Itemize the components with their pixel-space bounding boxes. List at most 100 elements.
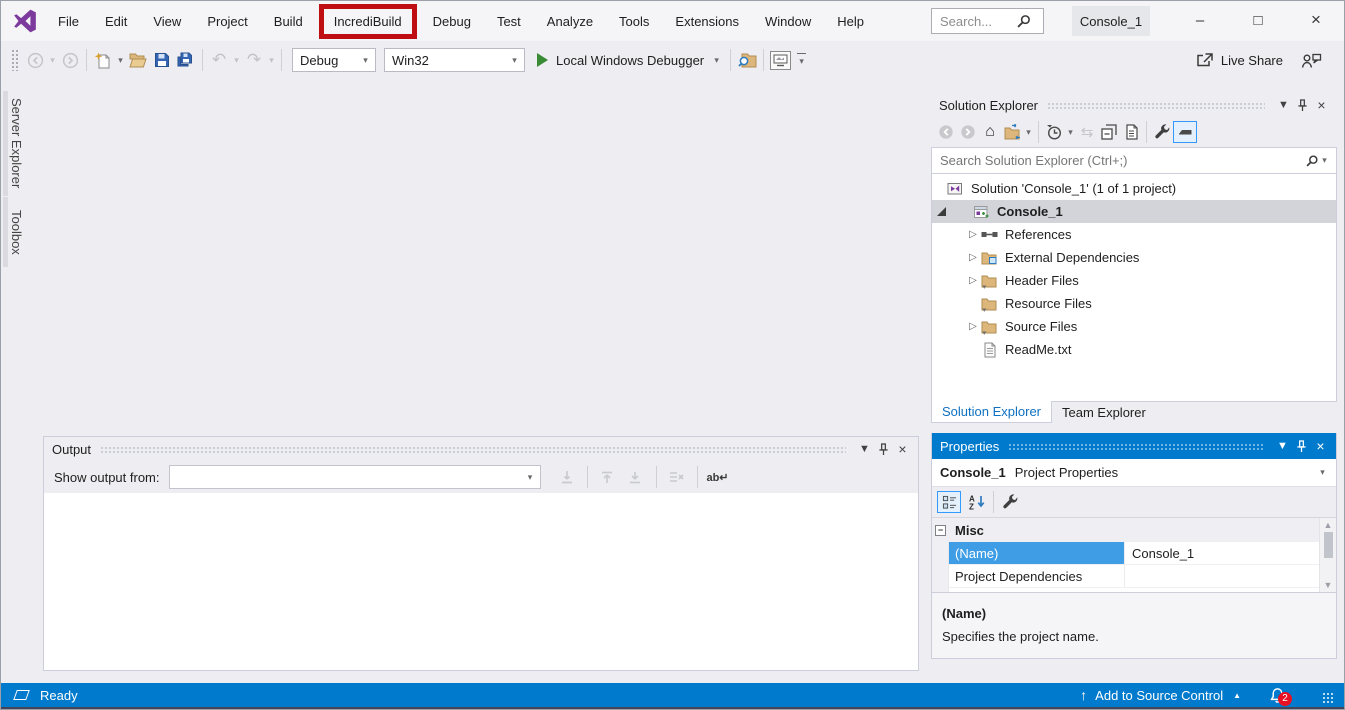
scroll-thumb[interactable] bbox=[1324, 532, 1333, 558]
sync-with-active-document-icon[interactable]: ⇆ bbox=[1076, 119, 1098, 145]
close-icon[interactable]: × bbox=[893, 441, 912, 457]
tree-item[interactable]: ReadMe.txt bbox=[932, 338, 1336, 361]
pin-icon[interactable] bbox=[1293, 99, 1312, 112]
new-project-dropdown-icon[interactable]: ▾ bbox=[115, 55, 126, 66]
minimize-button[interactable]: – bbox=[1183, 1, 1217, 39]
menu-item-build[interactable]: Build bbox=[261, 1, 316, 41]
nav-forward-icon[interactable] bbox=[957, 119, 979, 145]
expander-icon[interactable]: ▷ bbox=[966, 321, 980, 332]
solution-explorer-title-bar[interactable]: Solution Explorer ▼ × bbox=[931, 93, 1337, 117]
categorized-icon[interactable] bbox=[937, 491, 961, 513]
property-value[interactable]: Console_1 bbox=[1125, 542, 1319, 564]
sidebar-tab-toolbox[interactable]: Toolbox bbox=[1, 197, 27, 267]
output-source-combo[interactable]: ▾ bbox=[169, 465, 541, 489]
expander-icon[interactable] bbox=[934, 207, 948, 216]
next-message-icon[interactable] bbox=[624, 464, 648, 490]
switch-views-icon[interactable] bbox=[1001, 119, 1023, 145]
solution-platform-combo[interactable]: Win32 ▾ bbox=[384, 48, 525, 72]
tree-item[interactable]: Console_1 bbox=[932, 200, 1336, 223]
chevron-down-icon[interactable]: ▾ bbox=[1317, 467, 1328, 478]
find-in-files-icon[interactable] bbox=[735, 47, 759, 73]
close-icon[interactable]: × bbox=[1312, 97, 1331, 113]
search-icon[interactable] bbox=[1305, 154, 1319, 168]
menu-item-analyze[interactable]: Analyze bbox=[534, 1, 606, 41]
menu-item-help[interactable]: Help bbox=[824, 1, 877, 41]
property-row[interactable]: Project Dependencies bbox=[949, 565, 1319, 588]
redo-icon[interactable]: ↷ bbox=[242, 47, 266, 73]
menu-item-file[interactable]: File bbox=[45, 1, 92, 41]
menu-item-extensions[interactable]: Extensions bbox=[662, 1, 752, 41]
menu-item-window[interactable]: Window bbox=[752, 1, 824, 41]
tree-item[interactable]: ▷ Header Files bbox=[932, 269, 1336, 292]
expander-icon[interactable]: ▷ bbox=[966, 275, 980, 286]
property-category-row[interactable]: − Misc bbox=[932, 518, 1319, 542]
window-position-menu-icon[interactable]: ▼ bbox=[855, 443, 874, 455]
undo-icon[interactable]: ↶ bbox=[207, 47, 231, 73]
search-options-dropdown-icon[interactable]: ▾ bbox=[1319, 155, 1330, 166]
panel-tab[interactable]: Team Explorer bbox=[1052, 401, 1156, 423]
scroll-up-icon[interactable]: ▲ bbox=[1324, 518, 1333, 532]
output-content[interactable] bbox=[44, 493, 918, 670]
close-button[interactable]: × bbox=[1299, 1, 1333, 39]
word-wrap-icon[interactable]: ab↵ bbox=[706, 464, 730, 490]
preview-selected-items-icon[interactable] bbox=[1173, 121, 1197, 143]
window-position-menu-icon[interactable]: ▼ bbox=[1274, 99, 1293, 111]
resize-grip[interactable] bbox=[1322, 692, 1334, 704]
solution-explorer-search-box[interactable]: ▾ bbox=[932, 148, 1336, 174]
nav-forward-icon[interactable] bbox=[58, 47, 82, 73]
redo-dropdown-icon[interactable]: ▾ bbox=[266, 55, 277, 66]
home-icon[interactable]: ⌂ bbox=[979, 119, 1001, 145]
background-tasks-icon[interactable] bbox=[13, 690, 30, 700]
new-project-icon[interactable] bbox=[91, 47, 115, 73]
save-all-icon[interactable] bbox=[174, 47, 198, 73]
pending-changes-filter-icon[interactable] bbox=[1043, 119, 1065, 145]
live-share-button[interactable]: Live Share bbox=[1195, 52, 1283, 69]
find-message-icon[interactable] bbox=[555, 464, 579, 490]
output-title-bar[interactable]: Output ▼ × bbox=[44, 437, 918, 461]
start-debugging-button[interactable]: Local Windows Debugger ▾ bbox=[537, 53, 722, 68]
chevron-down-icon[interactable]: ▾ bbox=[509, 55, 520, 66]
add-to-source-control-button[interactable]: Add to Source Control bbox=[1095, 688, 1223, 703]
toolbar-overflow-icon[interactable]: ▾ bbox=[796, 53, 807, 68]
nav-back-icon[interactable] bbox=[935, 119, 957, 145]
properties-title-bar[interactable]: Properties ▼ × bbox=[932, 433, 1336, 459]
solution-search-input[interactable] bbox=[940, 153, 1305, 168]
open-file-icon[interactable] bbox=[126, 47, 150, 73]
show-all-files-icon[interactable] bbox=[1120, 119, 1142, 145]
tree-item[interactable]: ▷ Source Files bbox=[932, 315, 1336, 338]
tree-item[interactable]: Resource Files bbox=[932, 292, 1336, 315]
properties-wrench-icon[interactable] bbox=[998, 489, 1022, 515]
menu-item-view[interactable]: View bbox=[140, 1, 194, 41]
menu-item-test[interactable]: Test bbox=[484, 1, 534, 41]
menu-item-debug[interactable]: Debug bbox=[420, 1, 484, 41]
sort-alphabetical-icon[interactable]: AZ bbox=[965, 489, 989, 515]
property-row[interactable]: (Name) Console_1 bbox=[949, 542, 1319, 565]
undo-dropdown-icon[interactable]: ▾ bbox=[231, 55, 242, 66]
pin-icon[interactable] bbox=[874, 443, 893, 456]
chevron-down-icon[interactable]: ▾ bbox=[525, 472, 536, 483]
nav-back-icon[interactable] bbox=[23, 47, 47, 73]
collapse-all-icon[interactable] bbox=[1098, 119, 1120, 145]
window-position-menu-icon[interactable]: ▼ bbox=[1273, 440, 1292, 452]
notifications-button[interactable]: 2 bbox=[1269, 687, 1286, 704]
switch-views-dropdown-icon[interactable]: ▾ bbox=[1023, 127, 1034, 138]
sidebar-tab-server-explorer[interactable]: Server Explorer bbox=[1, 91, 27, 196]
menu-item-incredibuild[interactable]: IncrediBuild bbox=[319, 4, 417, 39]
solution-configuration-combo[interactable]: Debug ▾ bbox=[292, 48, 376, 72]
tree-item[interactable]: Solution 'Console_1' (1 of 1 project) bbox=[932, 177, 1336, 200]
prev-message-icon[interactable] bbox=[596, 464, 620, 490]
menu-item-tools[interactable]: Tools bbox=[606, 1, 662, 41]
expander-icon[interactable]: ▷ bbox=[966, 252, 980, 263]
selected-object-combo[interactable]: Console_1 Project Properties ▾ bbox=[932, 459, 1336, 487]
chevron-down-icon[interactable]: ▾ bbox=[360, 55, 371, 66]
property-name[interactable]: Project Dependencies bbox=[949, 565, 1125, 587]
expander-icon[interactable]: ▷ bbox=[966, 229, 980, 240]
scroll-down-icon[interactable]: ▼ bbox=[1324, 578, 1333, 592]
property-value[interactable] bbox=[1125, 565, 1319, 587]
close-icon[interactable]: × bbox=[1311, 438, 1330, 454]
menu-item-project[interactable]: Project bbox=[194, 1, 260, 41]
start-debug-dropdown-icon[interactable]: ▾ bbox=[711, 55, 722, 66]
menu-item-edit[interactable]: Edit bbox=[92, 1, 140, 41]
source-control-menu-icon[interactable]: ▲ bbox=[1233, 691, 1241, 700]
collapse-category-icon[interactable]: − bbox=[935, 525, 946, 536]
